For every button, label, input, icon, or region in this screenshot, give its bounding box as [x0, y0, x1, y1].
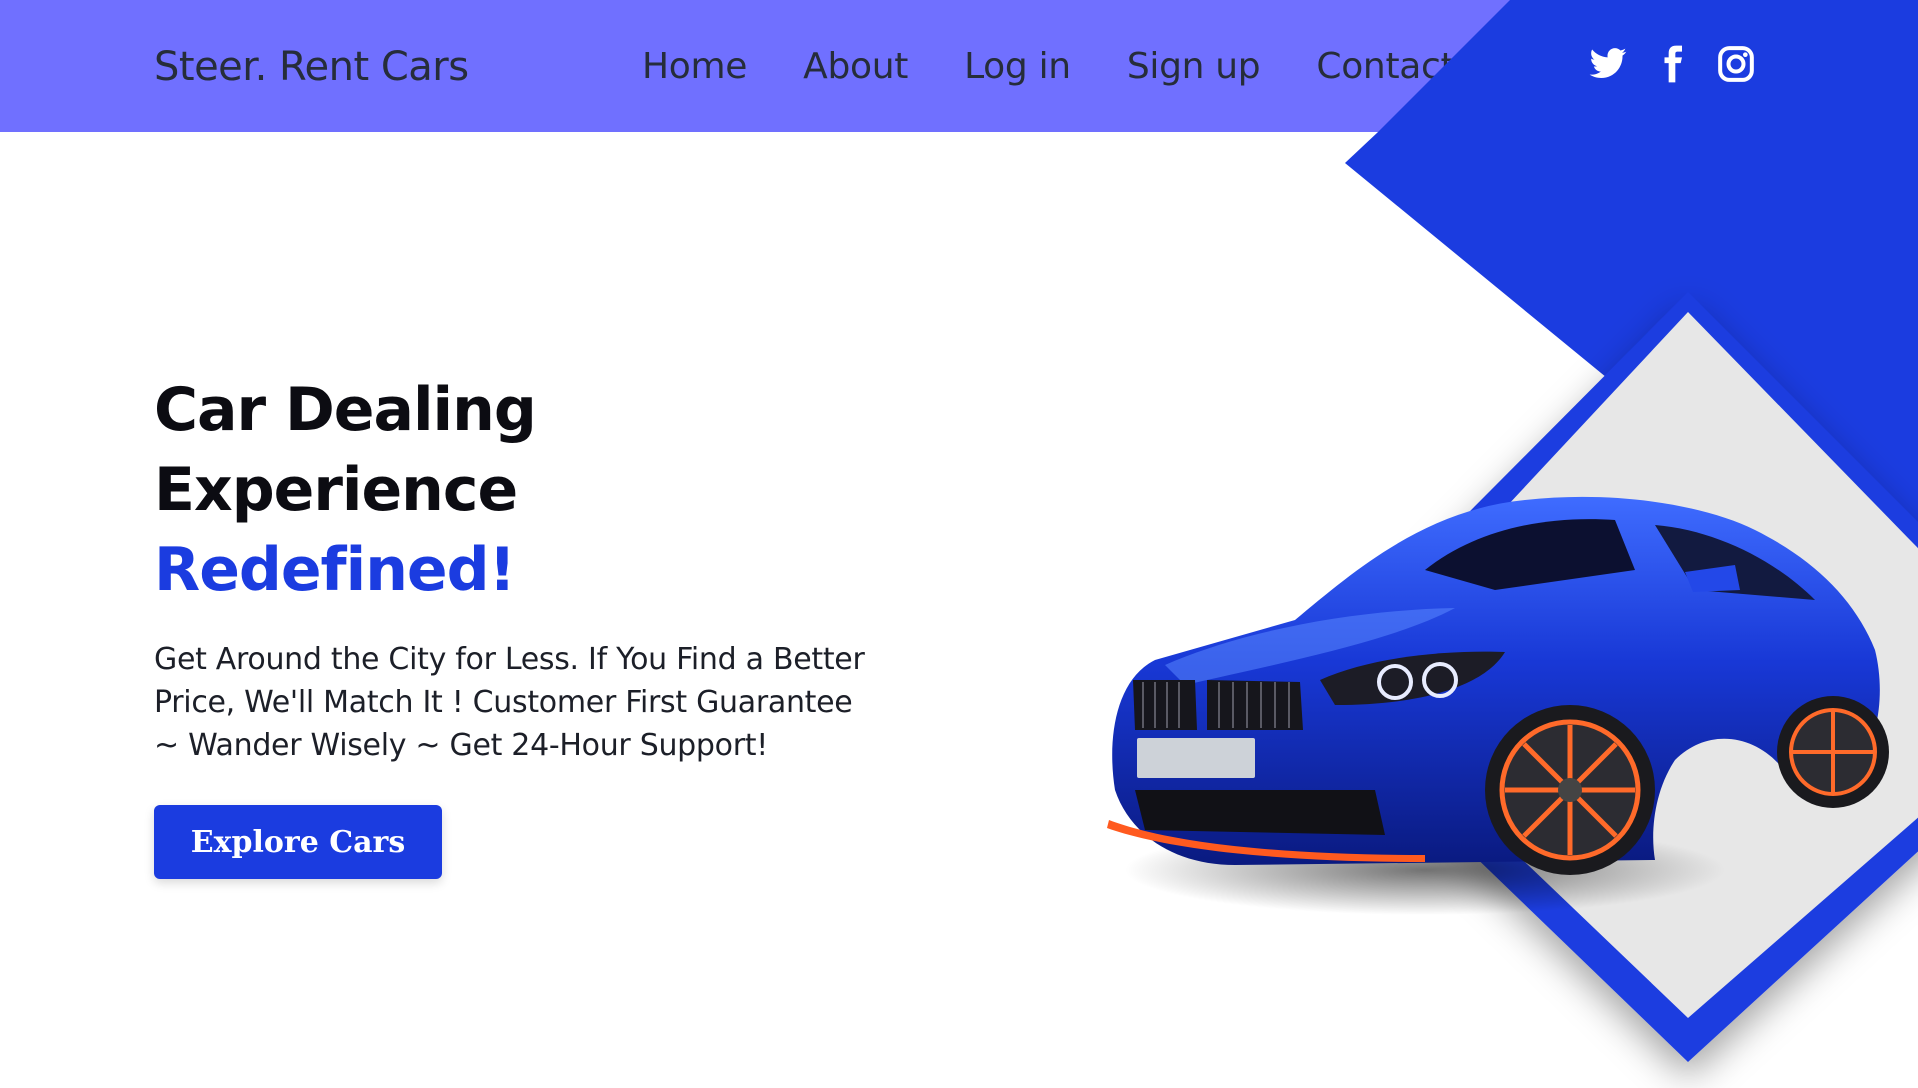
nav-about-link[interactable]: About	[803, 46, 908, 90]
nav-home-link[interactable]: Home	[642, 46, 747, 90]
hero-section: Car Dealing Experience Redefined! Get Ar…	[154, 370, 914, 879]
blue-diagonal-band	[1345, 132, 1918, 530]
instagram-icon[interactable]	[1716, 44, 1756, 84]
facebook-icon[interactable]	[1652, 44, 1692, 84]
nav-contact-link[interactable]: Contact	[1316, 46, 1454, 90]
twitter-icon[interactable]	[1588, 44, 1628, 84]
hero-description: Get Around the City for Less. If You Fin…	[154, 642, 865, 763]
headline-line-1: Car Dealing Experience	[154, 375, 537, 525]
main-nav: Home About Log in Sign up Contact	[642, 46, 1455, 90]
nav-login-link[interactable]: Log in	[964, 46, 1071, 90]
sports-car-image	[1107, 496, 1889, 915]
hero-headline: Car Dealing Experience Redefined!	[154, 370, 914, 610]
nav-signup-link[interactable]: Sign up	[1127, 46, 1261, 90]
social-links	[1588, 44, 1756, 84]
brand-logo[interactable]: Steer. Rent Cars	[154, 44, 469, 90]
explore-cars-button[interactable]: Explore Cars	[154, 805, 442, 879]
headline-line-2: Redefined!	[154, 535, 516, 605]
